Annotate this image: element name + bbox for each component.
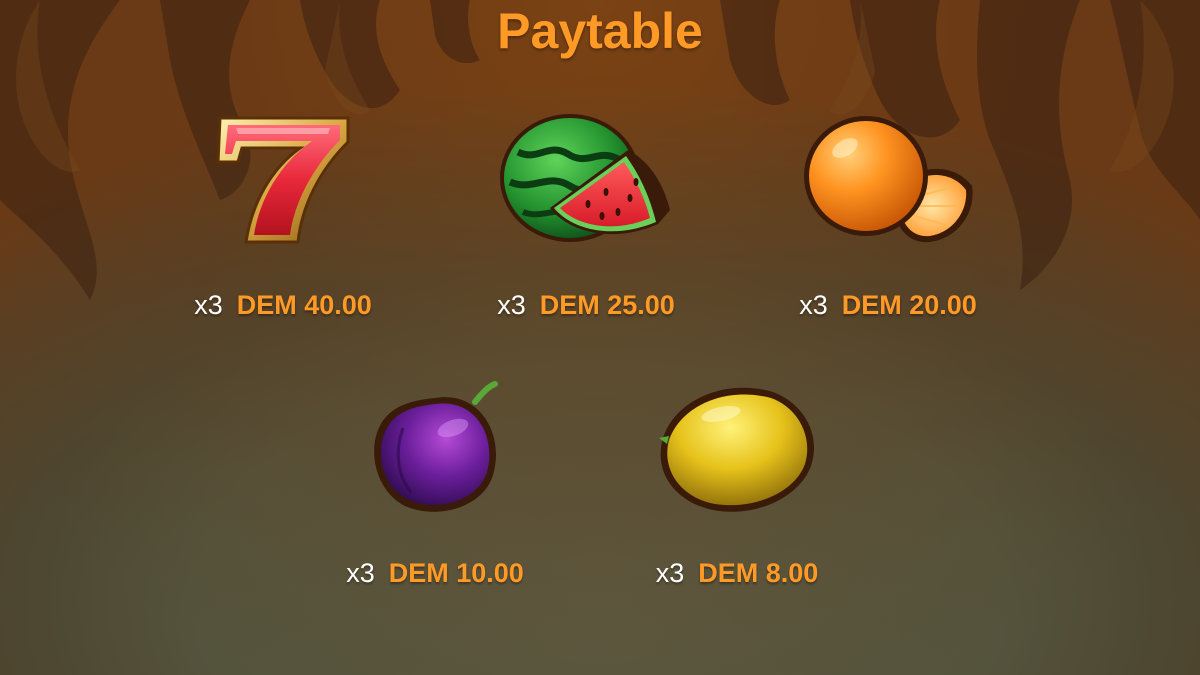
payout-seven: x3 DEM 40.00 [133, 290, 433, 321]
multiplier-label: x3 [655, 558, 685, 588]
payout-amount: DEM 10.00 [388, 558, 524, 588]
payout-amount: DEM 20.00 [841, 290, 977, 320]
payout-plum: x3 DEM 10.00 [285, 558, 585, 589]
multiplier-label: x3 [346, 558, 375, 588]
seven-icon [210, 110, 355, 250]
multiplier-label: x3 [799, 290, 828, 320]
payout-lemon: x3 DEM 8.00 [587, 558, 887, 589]
watermelon-icon [498, 112, 673, 247]
multiplier-label: x3 [194, 290, 223, 320]
multiplier-label: x3 [497, 290, 526, 320]
lemon-icon [655, 380, 820, 520]
paytable-screen: Paytable x3 DEM 40.00 x3 DEM 25.00 x3 DE… [0, 0, 1200, 675]
payout-amount: DEM 40.00 [236, 290, 372, 320]
payout-amount: DEM 8.00 [698, 558, 819, 588]
page-title: Paytable [497, 3, 703, 59]
plum-icon [365, 380, 505, 520]
orange-icon [800, 110, 978, 250]
payout-watermelon: x3 DEM 25.00 [436, 290, 736, 321]
payout-orange: x3 DEM 20.00 [738, 290, 1038, 321]
payout-amount: DEM 25.00 [539, 290, 675, 320]
